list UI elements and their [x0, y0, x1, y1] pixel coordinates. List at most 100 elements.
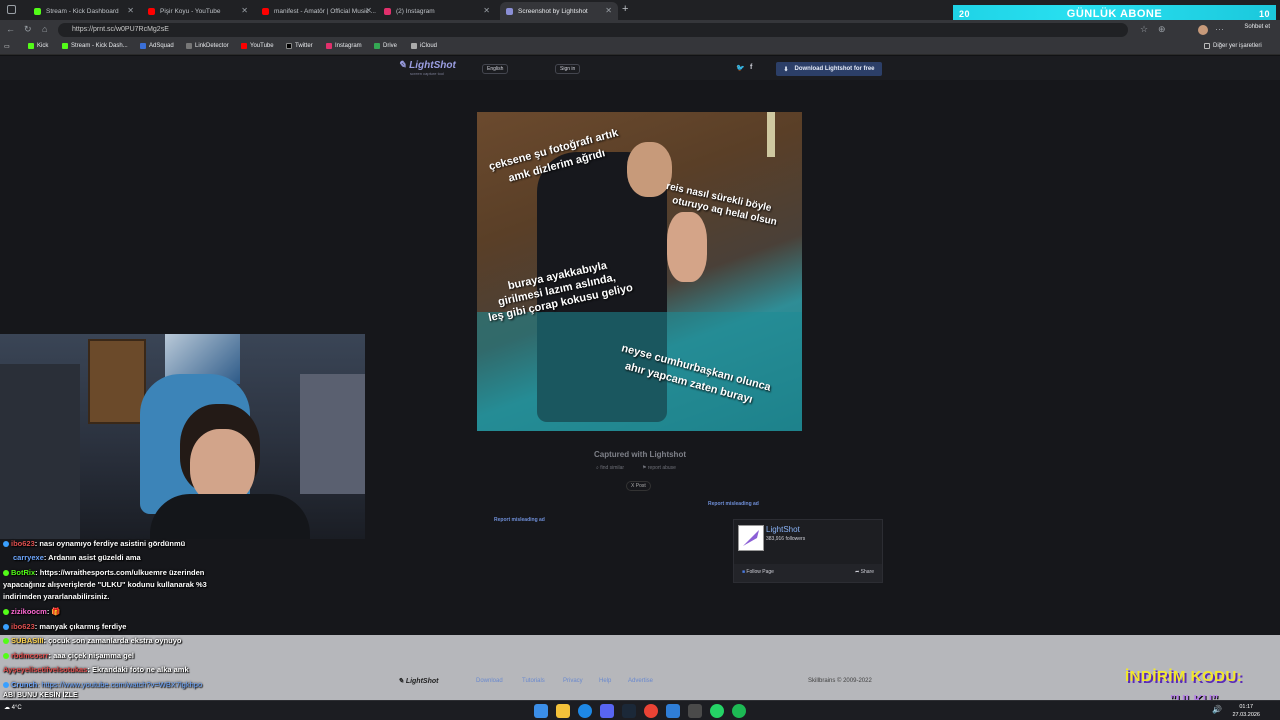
footer-logo[interactable]: ✎ LightShot: [398, 677, 438, 685]
find-similar-link[interactable]: ⌕ find similar: [596, 465, 624, 471]
menu-icon[interactable]: ⋯: [1215, 24, 1224, 35]
lightshot-avatar[interactable]: [738, 525, 764, 551]
other-bookmarks[interactable]: Diğer yer işaretleri: [1204, 43, 1262, 49]
chat-message: Ayşeyelisetifvelsotukas: Ekrandaki foto …: [3, 665, 189, 674]
badge-icon: [3, 609, 9, 616]
volume-icon[interactable]: 🔊: [1212, 705, 1222, 714]
share-button[interactable]: ➦ Share: [855, 569, 874, 575]
webcam-overlay: [0, 334, 365, 539]
new-tab-button[interactable]: +: [622, 3, 628, 15]
tab-lightshot[interactable]: Screenshot by Lightshot ✕: [500, 2, 618, 20]
chrome-icon[interactable]: [644, 704, 658, 718]
bookmark-label: Kick: [37, 43, 49, 49]
close-icon[interactable]: ✕: [365, 6, 372, 15]
discord-icon[interactable]: [600, 704, 614, 718]
tab-youtube-1[interactable]: Pişir Koyu - YouTube ✕: [142, 2, 254, 20]
footer-link-tutorials[interactable]: Tutorials: [522, 678, 545, 684]
tab-label: Stream - Kick Dashboard: [46, 7, 119, 15]
stream-ticker: ABİ BUNU KESİN İZLE: [3, 692, 78, 699]
star-icon[interactable]: ☆: [1140, 24, 1148, 35]
bookmark-instagram[interactable]: Instagram: [326, 43, 362, 49]
report-ad-link-right[interactable]: Report misleading ad: [708, 501, 759, 507]
app-icon[interactable]: [688, 704, 702, 718]
bookmark-twitter[interactable]: Twitter: [286, 43, 313, 49]
fb-page-name[interactable]: LightShot: [766, 525, 800, 534]
chat-text: : nası oynamıyo ferdiye asistini gördünm…: [34, 539, 186, 548]
tab-kick-dashboard[interactable]: Stream - Kick Dashboard ✕: [28, 2, 140, 20]
bookmark-label: iCloud: [420, 43, 438, 49]
link-label: report abuse: [647, 465, 676, 471]
report-ad-link-left[interactable]: Report misleading ad: [494, 517, 545, 523]
footer-link-advertise[interactable]: Advertise: [628, 678, 653, 684]
sign-in-button[interactable]: Sign in: [555, 64, 581, 74]
captured-label: Captured with Lightshot: [594, 450, 686, 459]
footer-link-download[interactable]: Download: [476, 678, 503, 684]
tab-label: Screenshot by Lightshot: [518, 7, 588, 15]
file-explorer-icon[interactable]: [556, 704, 570, 718]
chat-message: SUBASIII: çocuk son zamanlarda ekstra oy…: [3, 636, 181, 645]
back-icon[interactable]: ←: [6, 24, 15, 34]
whatsapp-icon[interactable]: [710, 704, 724, 718]
close-icon[interactable]: ✕: [483, 6, 490, 15]
chat-username: zizikoocm: [11, 607, 47, 616]
lightshot-header: ✎ LightShot screen capture tool English …: [0, 56, 1280, 80]
close-icon[interactable]: ✕: [605, 6, 612, 15]
instagram-icon: [326, 43, 332, 49]
chat-message: Crunch: https://www.youtube.com/watch?v=…: [3, 680, 202, 689]
share-label: Share: [860, 569, 874, 575]
chat-button[interactable]: Sohbet et: [1244, 24, 1270, 30]
footer-logo-text: LightShot: [405, 678, 439, 685]
bookmark-kick-dashboard[interactable]: Stream - Kick Dash...: [62, 43, 128, 49]
steam-icon[interactable]: [622, 704, 636, 718]
lightshot-logo[interactable]: ✎ LightShot screen capture tool: [398, 60, 456, 76]
apps-icon[interactable]: ▭: [4, 43, 10, 50]
youtube-icon: [148, 7, 155, 15]
bookmark-youtube[interactable]: YouTube: [241, 43, 274, 49]
footer-link-privacy[interactable]: Privacy: [563, 678, 583, 684]
edge-icon[interactable]: [578, 704, 592, 718]
bookmark-icloud[interactable]: iCloud: [411, 43, 437, 49]
taskbar: ☁ 4°C 🔊 01:17 27.03.2026: [0, 700, 1280, 720]
x-post-button[interactable]: X Post: [626, 481, 651, 491]
windows-start-icon[interactable]: [534, 704, 548, 718]
chat-username: ibo623: [11, 539, 35, 548]
bookmark-label: Stream - Kick Dash...: [71, 43, 128, 49]
adsquad-icon: [140, 43, 146, 49]
profile-avatar[interactable]: [1198, 25, 1208, 35]
close-icon[interactable]: ✕: [241, 6, 248, 15]
bookmark-adsquad[interactable]: AdSquad: [140, 43, 174, 49]
settings-icon[interactable]: [666, 704, 680, 718]
chat-text: : çocuk son zamanlarda ekstra oynuyo: [43, 636, 182, 645]
spotify-icon[interactable]: [732, 704, 746, 718]
twitter-icon[interactable]: 🐦: [736, 64, 745, 72]
tab-youtube-2[interactable]: manifest - Amatör | Official Music ... ✕: [256, 2, 378, 20]
extensions-icon[interactable]: ⊕: [1158, 24, 1166, 35]
follow-label: Follow Page: [746, 569, 774, 575]
home-icon[interactable]: ⌂: [42, 24, 47, 34]
language-select[interactable]: English: [482, 64, 509, 74]
report-abuse-link[interactable]: ⚑ report abuse: [642, 465, 676, 471]
youtube-icon: [262, 7, 269, 15]
goal-left-count: 20: [959, 8, 971, 19]
badge-icon: [3, 541, 9, 548]
bookmark-label: Instagram: [335, 43, 362, 49]
tab-instagram[interactable]: (2) Instagram ✕: [378, 2, 496, 20]
reload-icon[interactable]: ↻: [24, 24, 32, 35]
tab-search-icon[interactable]: [7, 5, 16, 14]
download-icon: ⬇: [783, 66, 789, 73]
follow-page-button[interactable]: ■ Follow Page: [742, 569, 774, 575]
linkdetector-icon: [186, 43, 192, 49]
url-bar[interactable]: https://prnt.sc/w0PU7RcMg2sE: [58, 23, 1128, 37]
bookmark-label: Diğer yer işaretleri: [1213, 43, 1262, 49]
bookmark-kick[interactable]: Kick: [28, 43, 48, 49]
bookmark-drive[interactable]: Drive: [374, 43, 397, 49]
weather-widget[interactable]: ☁ 4°C: [4, 704, 22, 711]
download-button[interactable]: ⬇ Download Lightshot for free: [776, 62, 882, 76]
footer-link-help[interactable]: Help: [599, 678, 611, 684]
system-clock[interactable]: 01:17 27.03.2026: [1232, 703, 1260, 719]
facebook-icon[interactable]: f: [750, 64, 752, 71]
close-icon[interactable]: ✕: [127, 6, 134, 15]
chat-message: BotRix: https://wraithesports.com/ulkuem…: [3, 568, 204, 577]
person-hands: [667, 212, 707, 282]
bookmark-linkdetector[interactable]: LinkDetector: [186, 43, 229, 49]
